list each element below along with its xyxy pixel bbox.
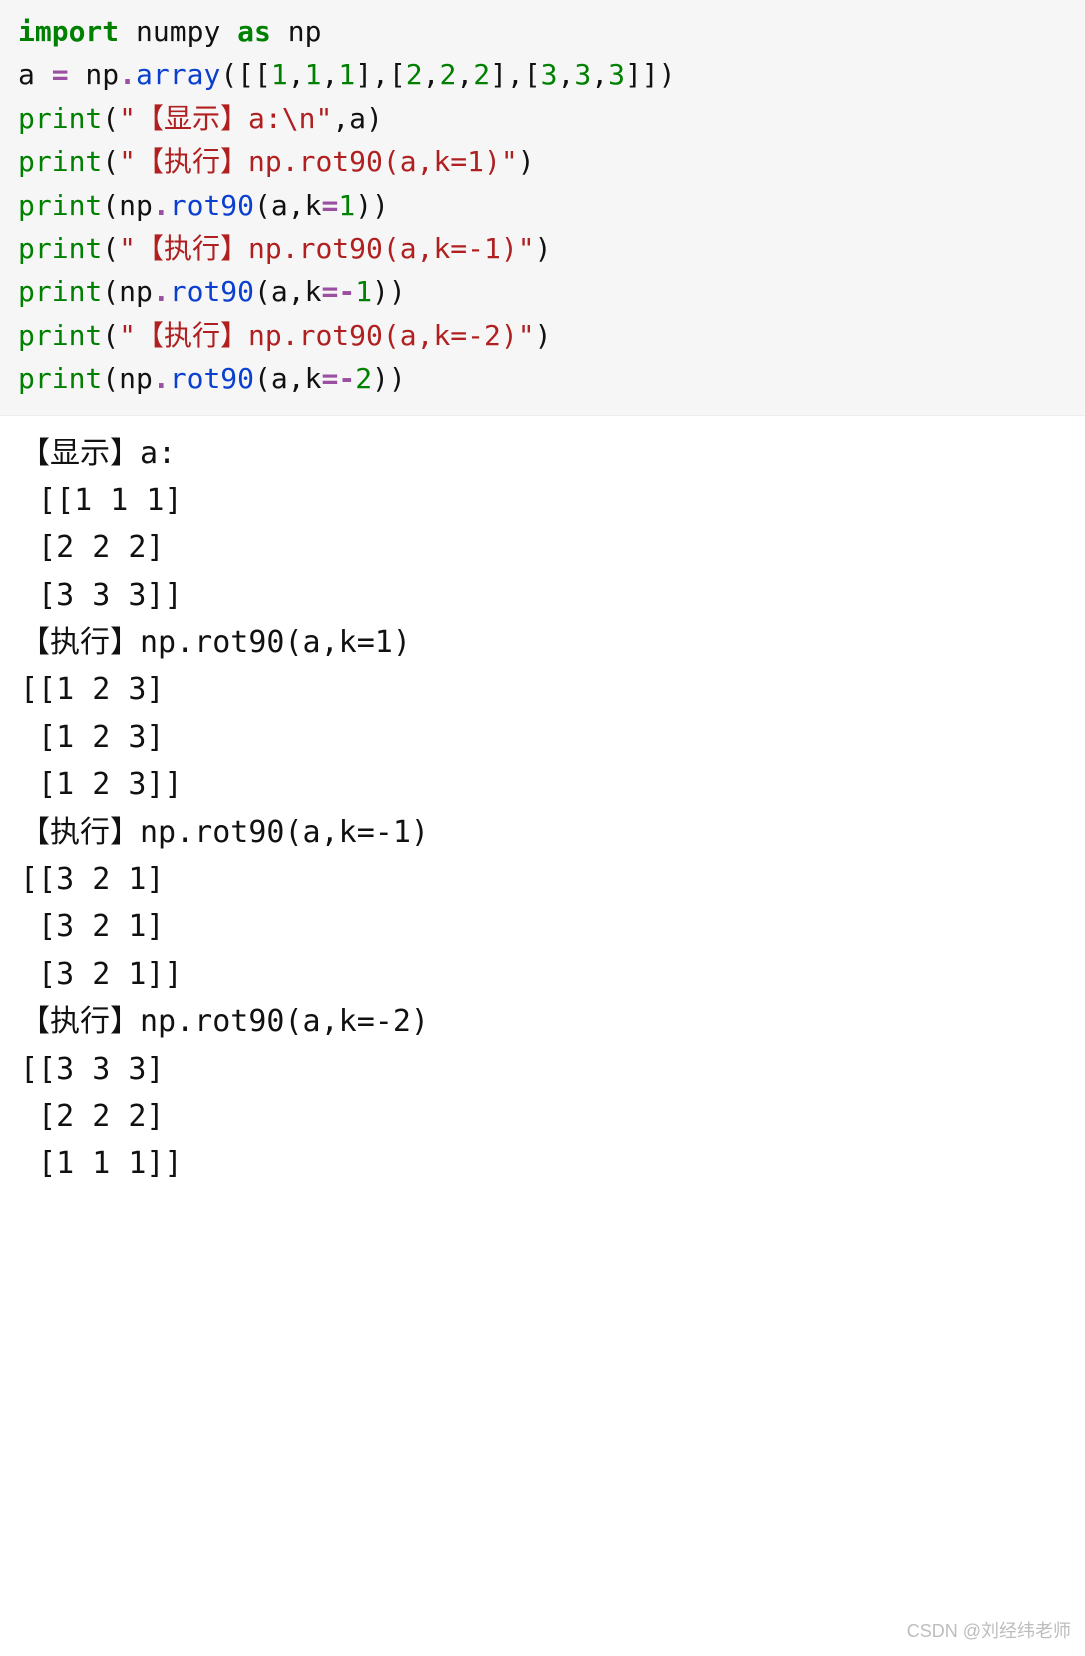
num: 1 [355,275,372,308]
string-literal: "【执行】np.rot90(a,k=-1)" [119,232,534,265]
output-line: 【执行】np.rot90(a,k=1) [20,625,411,660]
output-line: [[1 1 1] [20,483,183,518]
close: )) [355,189,389,222]
paren: ( [102,145,119,178]
output-line: 【显示】a: [20,436,176,471]
open-np: (np [102,275,153,308]
string-literal: "【执行】np.rot90(a,k=1)" [119,145,518,178]
output-line: [1 1 1]] [20,1146,183,1181]
dot: . [153,362,170,395]
output-line: [2 2 2] [20,530,165,565]
num: 2 [406,58,423,91]
close: )) [372,275,406,308]
paren-close: ) [535,319,552,352]
var-a: a [18,58,52,91]
num: 2 [439,58,456,91]
string-literal: "【执行】np.rot90(a,k=-2)" [119,319,534,352]
args-close: ,a) [332,102,383,135]
paren-close: ]]) [625,58,676,91]
builtin-print: print [18,275,102,308]
watermark: CSDN @刘经纬老师 [907,1618,1071,1646]
builtin-print: print [18,362,102,395]
num: 1 [338,58,355,91]
builtin-print: print [18,189,102,222]
comma: , [591,58,608,91]
paren: ( [102,102,119,135]
bracket: ],[ [490,58,541,91]
operator-eq: = [321,275,338,308]
paren-close: ) [535,232,552,265]
comma: , [321,58,338,91]
operator-eq: = [52,58,69,91]
paren-close: ) [518,145,535,178]
module-numpy: numpy [119,15,237,48]
num: 1 [338,189,355,222]
fn-rot90: rot90 [170,189,254,222]
num: 2 [473,58,490,91]
args: (a,k [254,189,321,222]
code-block: import numpy as np a = np.array([[1,1,1]… [0,0,1085,416]
bracket: ],[ [355,58,406,91]
dot: . [153,275,170,308]
keyword-as: as [237,15,271,48]
num: 3 [541,58,558,91]
output-line: 【执行】np.rot90(a,k=-2) [20,1004,429,1039]
paren-open: ([[ [220,58,271,91]
comma: , [423,58,440,91]
comma: , [558,58,575,91]
num: 3 [574,58,591,91]
num: 2 [355,362,372,395]
output-line: [1 2 3] [20,720,165,755]
builtin-print: print [18,102,102,135]
num: 1 [271,58,288,91]
builtin-print: print [18,232,102,265]
args: (a,k [254,275,321,308]
keyword-import: import [18,15,119,48]
args: (a,k [254,362,321,395]
dot: . [119,58,136,91]
minus: - [338,275,355,308]
output-line: [3 2 1]] [20,957,183,992]
comma: , [456,58,473,91]
fn-rot90: rot90 [170,275,254,308]
fn-rot90: rot90 [170,362,254,395]
open-np: (np [102,189,153,222]
comma: , [288,58,305,91]
minus: - [338,362,355,395]
output-line: [3 3 3]] [20,578,183,613]
num: 3 [608,58,625,91]
output-line: [2 2 2] [20,1099,165,1134]
output-line: [[3 2 1] [20,862,165,897]
output-block: 【显示】a: [[1 1 1] [2 2 2] [3 3 3]] 【执行】np.… [0,416,1085,1194]
string-literal: "【显示】a:\n" [119,102,332,135]
fn-array: array [136,58,220,91]
close: )) [372,362,406,395]
dot: . [153,189,170,222]
np-ref: np [69,58,120,91]
builtin-print: print [18,319,102,352]
output-line: [3 2 1] [20,909,165,944]
alias-np: np [271,15,322,48]
paren: ( [102,232,119,265]
operator-eq: = [321,189,338,222]
output-line: [[3 3 3] [20,1052,165,1087]
output-line: [[1 2 3] [20,672,165,707]
builtin-print: print [18,145,102,178]
output-line: [1 2 3]] [20,767,183,802]
output-line: 【执行】np.rot90(a,k=-1) [20,815,429,850]
operator-eq: = [321,362,338,395]
paren: ( [102,319,119,352]
num: 1 [305,58,322,91]
open-np: (np [102,362,153,395]
